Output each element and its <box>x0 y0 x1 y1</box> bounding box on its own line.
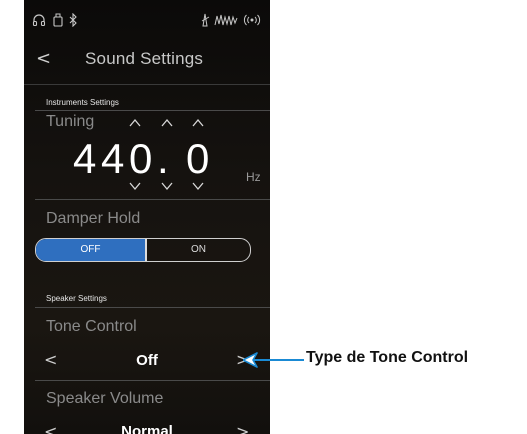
tuning-digit2-down-icon[interactable] <box>161 181 173 191</box>
tuning-fraction-down-icon[interactable] <box>192 181 204 191</box>
damper-hold-label: Damper Hold <box>46 210 141 227</box>
headphones-icon <box>32 13 46 29</box>
tone-control-value: Off <box>136 352 158 369</box>
tuning-fraction-digit: 0 <box>186 135 210 182</box>
damper-hold-toggle[interactable]: OFF ON <box>35 238 251 262</box>
speaker-volume-next-button[interactable]: > <box>236 422 249 434</box>
section-divider <box>35 307 270 308</box>
section-divider <box>35 110 270 111</box>
back-button[interactable]: < <box>36 48 51 69</box>
usb-icon <box>52 13 64 29</box>
damper-hold-on-option[interactable]: ON <box>147 239 250 261</box>
section-label-instruments: Instruments Settings <box>46 98 119 107</box>
damper-hold-off-option[interactable]: OFF <box>36 239 145 261</box>
tuning-digit2-up-icon[interactable] <box>161 118 173 128</box>
tuning-digit-2: 4 <box>101 135 125 182</box>
annotation-arrow-icon <box>243 352 304 368</box>
tuning-label: Tuning <box>46 113 95 130</box>
wireless-icon <box>243 13 261 29</box>
row-divider <box>35 199 270 200</box>
tuning-digit-1: 4 <box>73 135 97 182</box>
phone-screen: < Sound Settings Instruments Settings Tu… <box>24 0 270 434</box>
bluetooth-icon <box>68 12 78 29</box>
tuning-digit-3: 0 <box>129 135 153 182</box>
tuning-digit1-down-icon[interactable] <box>129 181 141 191</box>
tone-control-label: Tone Control <box>46 318 137 335</box>
annotation-label: Type de Tone Control <box>306 349 469 366</box>
section-label-speaker: Speaker Settings <box>46 294 107 303</box>
title-bar: < Sound Settings <box>24 44 270 78</box>
speaker-volume-value: Normal <box>121 423 173 434</box>
tuning-unit: Hz <box>246 170 261 184</box>
speaker-volume-label: Speaker Volume <box>46 390 164 407</box>
title-divider <box>24 84 270 85</box>
metronome-icon <box>200 13 210 29</box>
tuning-decimal-point: . <box>157 135 169 182</box>
page-title: Sound Settings <box>85 49 204 68</box>
status-bar <box>24 10 270 32</box>
tuning-digit1-up-icon[interactable] <box>129 118 141 128</box>
recorder-icon <box>214 13 238 29</box>
tuning-fraction-up-icon[interactable] <box>192 118 204 128</box>
row-divider <box>35 380 270 381</box>
